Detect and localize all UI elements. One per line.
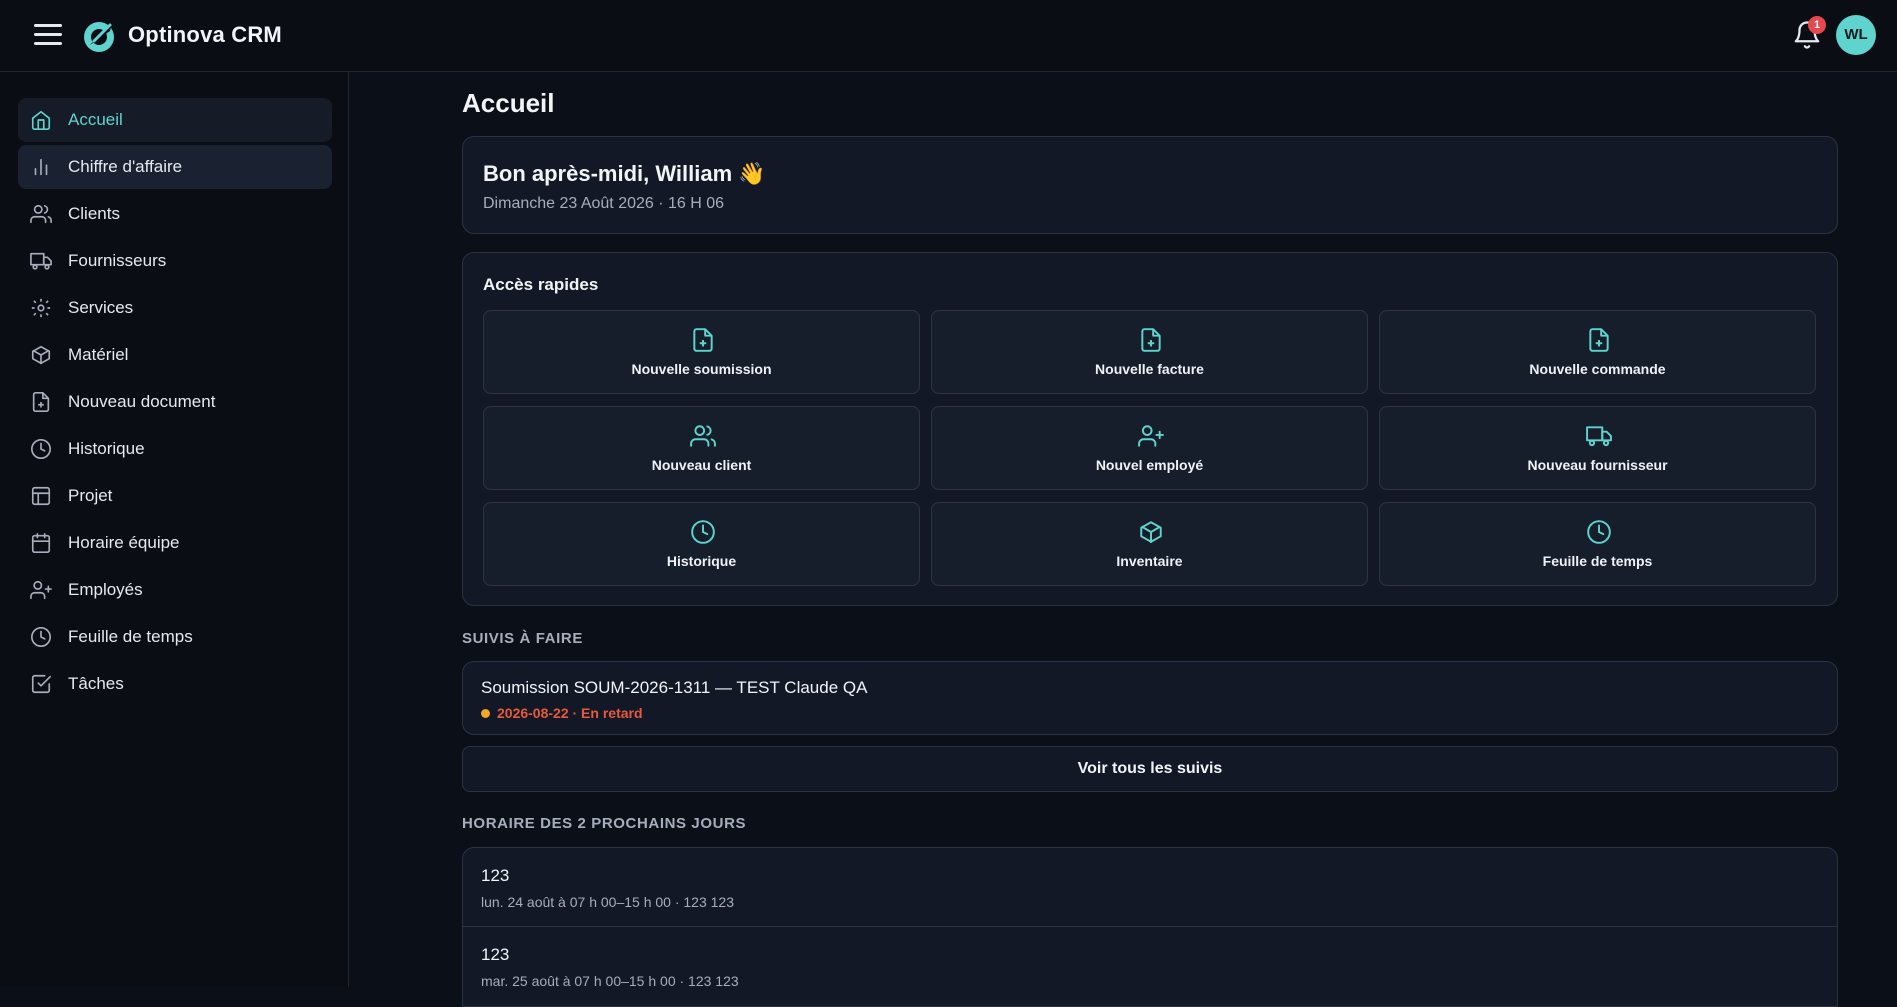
view-all-followups-button[interactable]: Voir tous les suivis [462, 746, 1838, 792]
sidebar-item-accueil[interactable]: Accueil [18, 98, 332, 142]
sidebar-item-label: Projet [68, 486, 113, 505]
users-icon [690, 425, 716, 447]
avatar[interactable]: WL [1836, 15, 1876, 55]
sidebar-item-horaire-equipe[interactable]: Horaire équipe [18, 521, 332, 565]
sidebar-item-label: Clients [68, 204, 120, 223]
logo-icon [84, 22, 114, 52]
schedule-card: 123 lun. 24 août à 07 h 00–15 h 00 · 123… [462, 847, 1838, 1007]
followup-status: 2026-08-22 · En retard [497, 705, 643, 721]
users-icon [30, 203, 52, 225]
tile-label: Nouvelle facture [1095, 361, 1204, 377]
schedule-time: lun. 24 août à 07 h 00–15 h 00 · 123 123 [481, 894, 734, 910]
tile-label: Nouvel employé [1095, 457, 1204, 473]
quick-new-supplier-button[interactable]: Nouveau fournisseur [1379, 406, 1816, 490]
sidebar-item-label: Historique [68, 439, 145, 458]
schedule-title: 123 [481, 945, 510, 964]
calendar-icon [30, 532, 52, 554]
sidebar-item-fournisseurs[interactable]: Fournisseurs [18, 239, 332, 283]
file-plus-icon [693, 328, 713, 352]
greeting-card: Bon après-midi, William 👋 Dimanche 23 Ao… [462, 136, 1838, 234]
sidebar-item-label: Services [68, 298, 134, 317]
followup-item[interactable]: Soumission SOUM-2026-1311 — TEST Claude … [462, 661, 1838, 735]
schedule-section-label: HORAIRE DES 2 PROCHAINS JOURS [462, 815, 747, 832]
sidebar-item-materiel[interactable]: Matériel [18, 333, 332, 377]
followup-title: Soumission SOUM-2026-1311 — TEST Claude … [481, 678, 868, 697]
sidebar-item-label: Fournisseurs [68, 251, 167, 270]
greeting-date: Dimanche 23 Août 2026 · 16 H 06 [483, 195, 725, 212]
tile-label: Inventaire [1116, 553, 1183, 569]
sidebar-item-chiffre-affaire[interactable]: Chiffre d'affaire [18, 145, 332, 189]
quick-access-title: Accès rapides [483, 275, 599, 294]
notification-badge: 1 [1808, 16, 1826, 34]
file-plus-icon [1589, 328, 1609, 352]
sidebar-item-taches[interactable]: Tâches [18, 662, 332, 706]
file-plus-icon [1141, 328, 1161, 352]
tile-label: Nouvelle soumission [631, 361, 772, 377]
home-icon [30, 109, 52, 131]
sidebar-item-employes[interactable]: Employés [18, 568, 332, 612]
sidebar-item-feuille-de-temps[interactable]: Feuille de temps [18, 615, 332, 659]
tile-label: Historique [666, 553, 737, 569]
menu-icon[interactable] [34, 24, 62, 46]
clock-icon [691, 520, 715, 544]
quick-new-quote-button[interactable]: Nouvelle soumission [483, 310, 920, 394]
bar-chart-icon [30, 156, 52, 178]
quick-new-order-button[interactable]: Nouvelle commande [1379, 310, 1816, 394]
quick-inventory-button[interactable]: Inventaire [931, 502, 1368, 586]
quick-new-employee-button[interactable]: Nouvel employé [931, 406, 1368, 490]
tile-label: Nouveau client [651, 457, 752, 473]
sidebar-item-label: Horaire équipe [68, 533, 180, 552]
sidebar-item-historique[interactable]: Historique [18, 427, 332, 471]
quick-new-invoice-button[interactable]: Nouvelle facture [931, 310, 1368, 394]
quick-timesheet-button[interactable]: Feuille de temps [1379, 502, 1816, 586]
tile-label: Nouvelle commande [1529, 361, 1666, 377]
sidebar-item-label: Matériel [68, 345, 129, 364]
greeting-title: Bon après-midi, William 👋 [483, 161, 766, 186]
clock-icon [30, 438, 52, 460]
sidebar-item-clients[interactable]: Clients [18, 192, 332, 236]
sidebar: Accueil Chiffre d'affaire Clients Fourni… [0, 72, 349, 987]
sidebar-item-label: Tâches [68, 674, 124, 693]
user-plus-icon [1138, 425, 1164, 447]
top-bar: Optinova CRM 1 WL [0, 0, 1897, 72]
page-title: Accueil [462, 88, 555, 118]
clock-icon [1587, 520, 1611, 544]
box-icon [1140, 521, 1162, 543]
sidebar-item-label: Employés [68, 580, 143, 599]
sidebar-item-label: Feuille de temps [68, 627, 193, 646]
sidebar-item-services[interactable]: Services [18, 286, 332, 330]
sidebar-item-projet[interactable]: Projet [18, 474, 332, 518]
status-dot [481, 709, 490, 718]
layout-icon [30, 485, 52, 507]
box-icon [30, 344, 52, 366]
sidebar-item-label: Chiffre d'affaire [68, 157, 183, 176]
followups-section-label: SUIVIS À FAIRE [462, 630, 583, 647]
brand-name: Optinova CRM [128, 22, 282, 47]
truck-icon [1586, 426, 1612, 447]
quick-new-client-button[interactable]: Nouveau client [483, 406, 920, 490]
check-square-icon [30, 673, 52, 695]
sidebar-item-label: Accueil [68, 110, 123, 129]
schedule-title: 123 [481, 866, 510, 885]
file-plus-icon [30, 391, 52, 413]
quick-access-card: Accès rapides Nouvelle soumission Nouvel… [462, 252, 1838, 606]
clock-icon [30, 626, 52, 648]
schedule-item[interactable]: 123 mar. 25 août à 07 h 00–15 h 00 · 123… [463, 926, 1837, 1004]
user-plus-icon [30, 579, 52, 601]
gear-icon [30, 297, 52, 319]
truck-icon [30, 250, 52, 272]
tile-label: Nouveau fournisseur [1527, 457, 1668, 473]
sidebar-item-label: Nouveau document [68, 392, 216, 411]
sidebar-item-nouveau-document[interactable]: Nouveau document [18, 380, 332, 424]
quick-history-button[interactable]: Historique [483, 502, 920, 586]
tile-label: Feuille de temps [1542, 553, 1653, 569]
schedule-item[interactable]: 123 lun. 24 août à 07 h 00–15 h 00 · 123… [463, 848, 1837, 926]
